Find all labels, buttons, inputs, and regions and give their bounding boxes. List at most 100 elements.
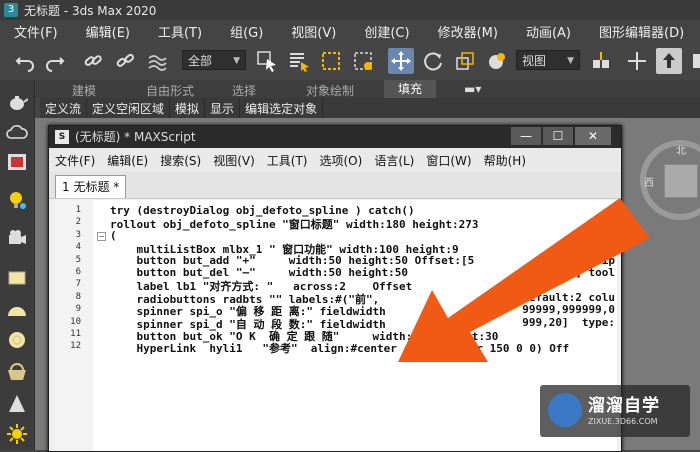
cone-icon[interactable]: [5, 392, 29, 416]
selection-filter-dropdown[interactable]: 全部 ▼: [182, 50, 246, 70]
code-line: try (destroyDialog obj_defoto_spline ) c…: [110, 204, 415, 217]
sphere-icon[interactable]: [5, 328, 29, 352]
maxscript-editor-window: S (无标题) * MAXScript — ☐ ✕ 文件(F) 编辑(E) 搜索…: [48, 125, 622, 452]
menu-edit[interactable]: 编辑(E): [72, 22, 144, 41]
rectangular-selection-icon[interactable]: [318, 48, 344, 74]
watermark-subtitle: ZIXUE.3D66.COM: [588, 417, 658, 426]
ms-menu-tools[interactable]: 工具(T): [261, 152, 314, 169]
light-bulb-icon[interactable]: [5, 188, 29, 212]
undo-icon[interactable]: [12, 48, 38, 74]
maxscript-title-bar[interactable]: S (无标题) * MAXScript — ☐ ✕: [49, 126, 621, 148]
scale-icon[interactable]: [452, 48, 478, 74]
placement-icon[interactable]: [484, 48, 510, 74]
close-button[interactable]: ✕: [575, 127, 611, 145]
camera-icon[interactable]: [5, 226, 29, 250]
render-frame-icon[interactable]: [5, 150, 29, 174]
link-icon[interactable]: [80, 48, 106, 74]
code-line: button but_add "+" width:50 height:50 Of…: [110, 253, 475, 267]
line-number: 1: [75, 205, 81, 215]
ms-menu-window[interactable]: 窗口(W): [420, 152, 477, 169]
line-number: 10: [70, 316, 81, 327]
selection-filter-value: 全部: [188, 54, 213, 68]
left-command-strip: [0, 80, 35, 450]
ms-menu-search[interactable]: 搜索(S): [154, 152, 207, 169]
tab-untitled[interactable]: 1 无标题 *: [55, 175, 127, 198]
ms-menu-language[interactable]: 语言(L): [368, 152, 420, 169]
select-manipulate-icon[interactable]: [624, 48, 650, 74]
line-number: 2: [75, 217, 81, 228]
bind-spacewarp-icon[interactable]: [144, 48, 170, 74]
select-object-icon[interactable]: [254, 48, 280, 74]
ms-menu-options[interactable]: 选项(O): [314, 152, 369, 169]
watermark-logo-icon: [548, 393, 582, 427]
code-line-tail: 99999,999999,0: [522, 303, 615, 317]
line-number-gutter: 1 2 3 4 5 6 7 8 9 10 11 12: [55, 200, 93, 451]
window-crossing-icon[interactable]: [350, 48, 376, 74]
code-line-tail: iltip: [581, 253, 615, 267]
sun-icon[interactable]: [5, 422, 29, 446]
define-idle-areas-button[interactable]: 定义空闲区域: [87, 98, 171, 118]
main-menu-bar: 文件(F) 编辑(E) 工具(T) 组(G) 视图(V) 创建(C) 修改器(M…: [0, 20, 700, 42]
menu-animation[interactable]: 动画(A): [512, 22, 585, 41]
select-by-name-icon[interactable]: [286, 48, 312, 74]
viewcube-box[interactable]: [664, 164, 698, 198]
basket-icon[interactable]: [5, 360, 29, 384]
maxscript-menu-bar: 文件(F) 编辑(E) 搜索(S) 视图(V) 工具(T) 选项(O) 语言(L…: [49, 148, 621, 173]
rotate-icon[interactable]: [420, 48, 446, 74]
keyboard-shortcut-override-icon[interactable]: [656, 48, 682, 74]
code-line: button but_del "—" width:50 height:50: [110, 266, 409, 279]
code-line: (: [110, 228, 117, 242]
ribbon-options-icon[interactable]: ▬▾: [464, 82, 481, 96]
maxscript-icon: S: [55, 130, 69, 144]
plane-primitive-icon[interactable]: [5, 266, 29, 290]
watermark: 溜溜自学 ZIXUE.3D66.COM: [540, 385, 690, 437]
unlink-icon[interactable]: [112, 48, 138, 74]
ms-menu-edit[interactable]: 编辑(E): [101, 152, 154, 169]
move-icon[interactable]: [388, 48, 414, 74]
ribbon-tab-populate[interactable]: 填充: [384, 80, 437, 98]
ms-menu-view[interactable]: 视图(V): [207, 152, 261, 169]
app-title: 无标题 - 3ds Max 2020: [24, 3, 157, 18]
ribbon-tab-modeling[interactable]: 建模: [72, 82, 96, 99]
maxscript-tab-bar: 1 无标题 *: [49, 172, 621, 199]
menu-create[interactable]: 创建(C): [350, 22, 423, 41]
hemisphere-icon[interactable]: [5, 298, 29, 322]
reference-coordinate-dropdown[interactable]: 视图 ▼: [516, 50, 580, 70]
code-editor[interactable]: 1 2 3 4 5 6 7 8 9 10 11 12 try (destroyDialog obj_d…: [55, 200, 617, 451]
define-flows-button[interactable]: 定义流: [40, 98, 88, 118]
chevron-down-icon: ▼: [233, 56, 240, 66]
display-button[interactable]: 显示: [205, 98, 241, 118]
edit-selected-button[interactable]: 编辑选定对象: [240, 98, 324, 118]
ribbon-tab-object-paint[interactable]: 对象绘制: [306, 82, 354, 99]
menu-file[interactable]: 文件(F): [0, 22, 72, 41]
maxscript-window-title: (无标题) * MAXScript: [75, 130, 196, 144]
snap-toggle-icon[interactable]: [688, 48, 700, 74]
menu-tools[interactable]: 工具(T): [144, 22, 216, 41]
simulate-button[interactable]: 模拟: [170, 98, 206, 118]
code-line-tail: ] tool: [575, 266, 615, 279]
cloud-icon[interactable]: [5, 120, 29, 144]
app-title-bar: 3 无标题 - 3ds Max 2020: [0, 0, 700, 20]
viewcube-west-label: 西: [644, 178, 654, 189]
line-number: 7: [75, 279, 81, 290]
app-logo-icon: 3: [4, 3, 18, 17]
menu-graph-editors[interactable]: 图形编辑器(D): [585, 22, 698, 41]
line-number: 12: [70, 341, 81, 352]
ribbon-tab-selection[interactable]: 选择: [232, 82, 256, 99]
ribbon-tab-freeform[interactable]: 自由形式: [146, 82, 194, 99]
chevron-down-icon: ▼: [567, 56, 574, 66]
teapot-icon[interactable]: [5, 90, 29, 114]
ms-menu-file[interactable]: 文件(F): [49, 152, 101, 169]
minimize-button[interactable]: —: [511, 127, 541, 145]
redo-icon[interactable]: [42, 48, 68, 74]
pivot-center-icon[interactable]: [588, 48, 614, 74]
maximize-button[interactable]: ☐: [543, 127, 573, 145]
menu-views[interactable]: 视图(V): [277, 22, 350, 41]
code-line: HyperLink hyli1 "参考" align:#center color…: [110, 342, 570, 356]
fold-toggle-icon[interactable]: −: [97, 232, 106, 241]
line-number: 6: [75, 267, 81, 277]
line-number: 9: [75, 304, 81, 315]
menu-group[interactable]: 组(G): [216, 22, 277, 41]
menu-modifiers[interactable]: 修改器(M): [424, 22, 512, 41]
ms-menu-help[interactable]: 帮助(H): [478, 152, 532, 169]
